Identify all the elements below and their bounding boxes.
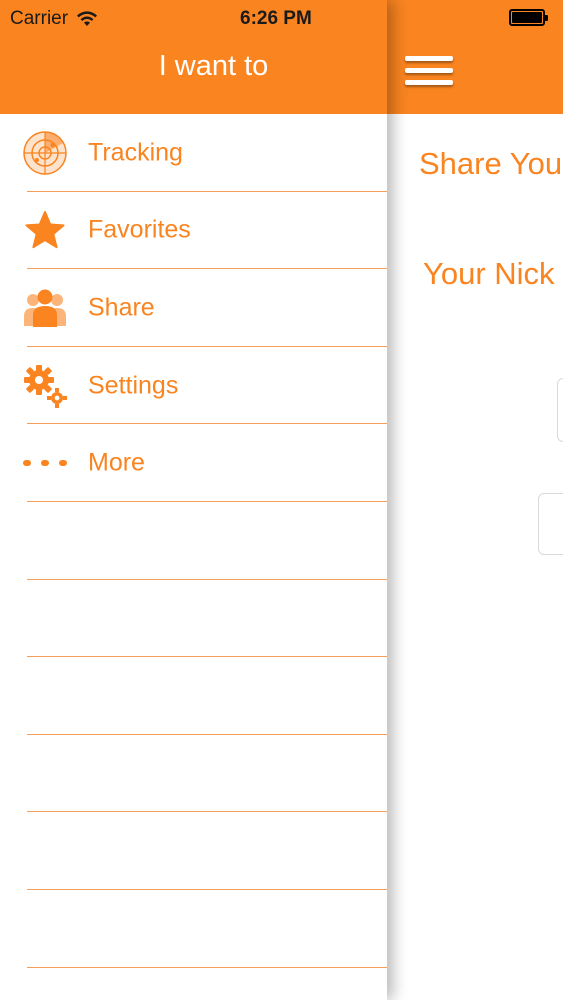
people-icon <box>22 285 68 331</box>
battery-icon <box>509 9 548 26</box>
menu-item-settings[interactable]: Settings <box>0 347 387 425</box>
menu-label-favorites: Favorites <box>88 215 191 244</box>
empty-row <box>0 580 387 658</box>
drawer-header: Carrier 6:26 PM I want to <box>0 0 387 114</box>
carrier-label: Carrier <box>10 8 69 29</box>
secondary-field[interactable] <box>538 493 563 555</box>
drawer-menu: Tracking Favorites Share Settings More <box>0 114 387 968</box>
status-time: 6:26 PM <box>240 8 312 29</box>
side-drawer: Carrier 6:26 PM I want to Tracking Favor… <box>0 0 387 1000</box>
status-bar-left: Carrier <box>10 8 98 30</box>
star-icon <box>22 207 68 253</box>
page-title: Share You <box>419 146 563 181</box>
gears-icon <box>22 363 68 409</box>
empty-row <box>0 657 387 735</box>
nickname-field[interactable] <box>557 378 563 442</box>
menu-item-tracking[interactable]: Tracking <box>0 114 387 192</box>
menu-item-more[interactable]: More <box>0 424 387 502</box>
empty-row <box>0 735 387 813</box>
empty-row <box>0 502 387 580</box>
menu-label-share: Share <box>88 293 155 322</box>
empty-row <box>0 890 387 968</box>
menu-item-share[interactable]: Share <box>0 269 387 347</box>
menu-label-settings: Settings <box>88 371 179 400</box>
empty-row <box>0 812 387 890</box>
nickname-label: Your Nick <box>423 256 555 291</box>
menu-label-tracking: Tracking <box>88 138 183 167</box>
more-dots-icon <box>22 440 68 486</box>
menu-item-favorites[interactable]: Favorites <box>0 192 387 270</box>
wifi-icon <box>77 11 98 26</box>
menu-label-more: More <box>88 448 145 477</box>
radar-icon <box>22 130 68 176</box>
main-view: Share You Your Nick <box>387 0 563 1000</box>
drawer-title: I want to <box>158 50 269 82</box>
